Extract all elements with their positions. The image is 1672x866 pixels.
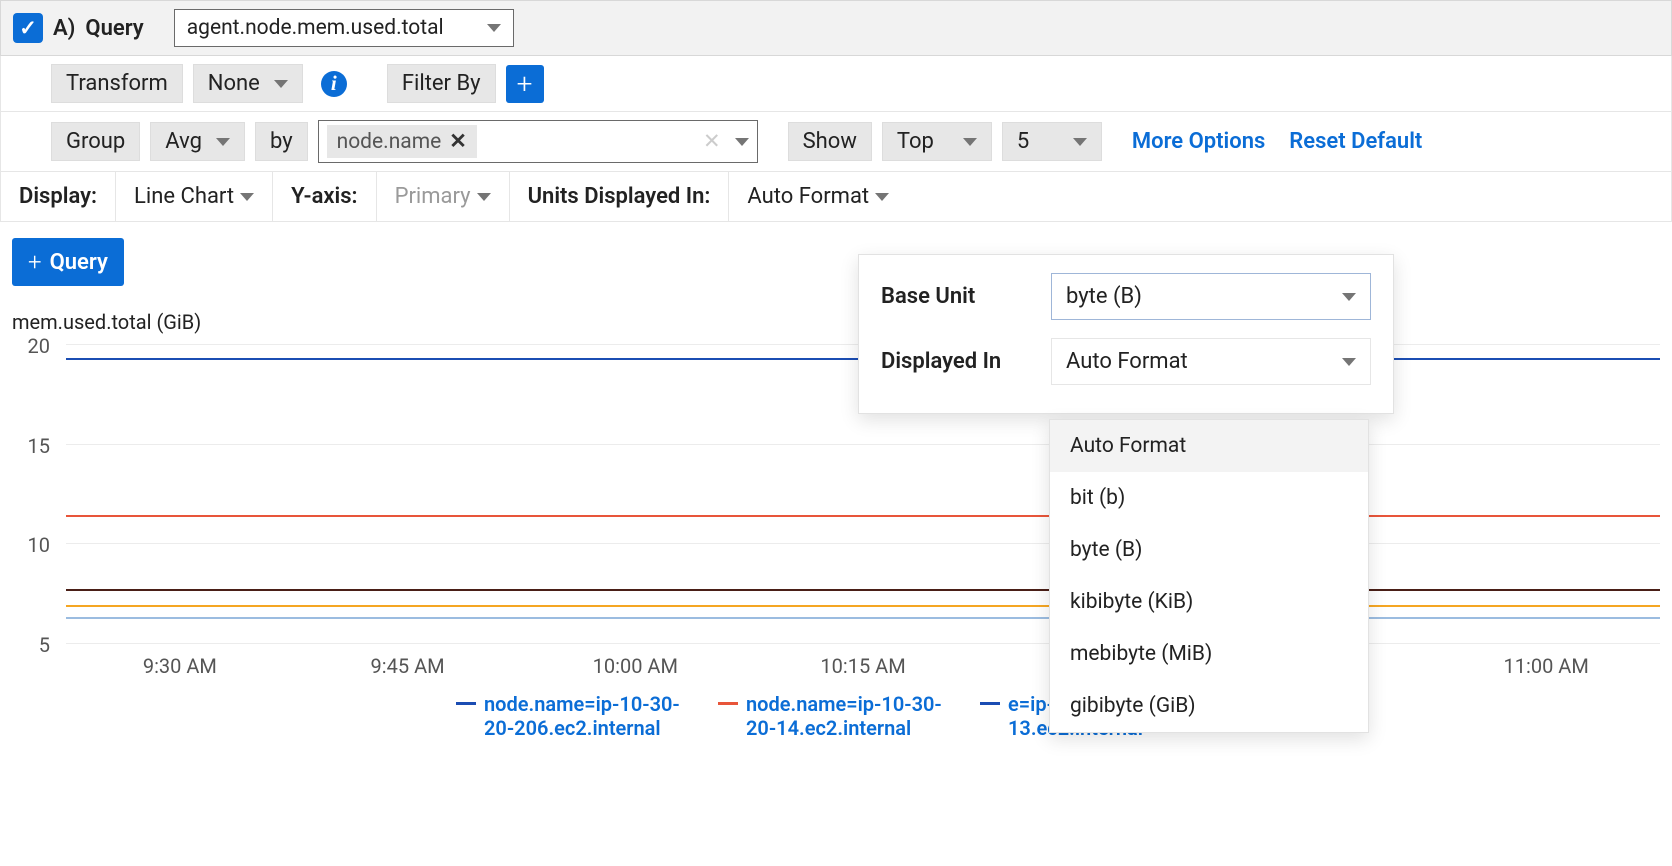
chevron-down-icon	[487, 24, 501, 32]
chart-title: mem.used.total (GiB)	[12, 310, 1660, 334]
plus-icon: +	[28, 248, 42, 276]
gridline: 5	[66, 643, 1660, 644]
xtick: 9:30 AM	[66, 654, 294, 678]
group-tag-text: node.name	[337, 130, 442, 154]
legend-swatch	[456, 702, 476, 705]
reset-defaults-link[interactable]: Reset Default	[1289, 129, 1422, 154]
group-agg-value: Avg	[165, 129, 202, 154]
chevron-down-icon	[240, 193, 254, 201]
series-line	[66, 589, 1660, 591]
chart-legend: node.name=ip-10-30-20-206.ec2.internal no…	[66, 692, 1660, 740]
unit-option[interactable]: mebibyte (MiB)	[1050, 628, 1368, 680]
show-count-dropdown[interactable]: 5	[1002, 122, 1102, 161]
legend-item[interactable]: node.name=ip-10-30-20-206.ec2.internal	[456, 692, 694, 740]
filter-label: Filter By	[387, 64, 496, 103]
query-checkbox[interactable]: ✓	[13, 13, 43, 43]
group-agg-dropdown[interactable]: Avg	[150, 122, 245, 161]
legend-text: node.name=ip-10-30-20-206.ec2.internal	[484, 692, 694, 740]
transform-dropdown[interactable]: None	[193, 64, 303, 103]
legend-swatch	[718, 702, 738, 705]
xtick: 9:45 AM	[294, 654, 522, 678]
add-query-label: Query	[50, 250, 108, 275]
xtick: 10:15 AM	[749, 654, 977, 678]
chevron-down-icon	[735, 138, 749, 146]
show-mode-dropdown[interactable]: Top	[882, 122, 992, 161]
query-header: ✓ A) Query agent.node.mem.used.total	[0, 0, 1672, 56]
unit-option[interactable]: bit (b)	[1050, 472, 1368, 524]
unit-option[interactable]: gibibyte (GiB)	[1050, 680, 1368, 732]
displayed-in-select[interactable]: Auto Format	[1051, 338, 1371, 385]
group-by-input[interactable]: node.name ✕ ✕	[318, 120, 758, 163]
transform-value: None	[208, 71, 260, 96]
units-label: Units Displayed In:	[528, 184, 711, 209]
yaxis-value: Primary	[395, 184, 471, 209]
base-unit-label: Base Unit	[881, 284, 1051, 309]
gridline: 10	[66, 543, 1660, 544]
group-tag: node.name ✕	[327, 125, 477, 158]
base-unit-value: byte (B)	[1066, 284, 1142, 309]
query-label: Query	[85, 16, 143, 41]
series-line	[66, 515, 1660, 517]
displayed-in-value: Auto Format	[1066, 349, 1188, 374]
more-options-link[interactable]: More Options	[1132, 129, 1265, 154]
gridline: 15	[66, 444, 1660, 445]
display-row: Display: Line Chart Y-axis: Primary Unit…	[0, 172, 1672, 222]
yaxis-label: Y-axis:	[291, 184, 357, 209]
transform-row: Transform None i Filter By +	[0, 56, 1672, 112]
legend-item[interactable]: node.name=ip-10-30-20-14.ec2.internal	[718, 692, 956, 740]
xtick: 10:00 AM	[521, 654, 749, 678]
chevron-down-icon	[963, 138, 977, 146]
yaxis-select[interactable]: Primary	[377, 172, 510, 221]
chevron-down-icon	[274, 80, 288, 88]
yaxis-cell: Y-axis:	[273, 172, 376, 221]
show-mode-value: Top	[897, 129, 934, 154]
show-label: Show	[788, 122, 872, 161]
metric-select[interactable]: agent.node.mem.used.total	[174, 9, 514, 47]
metric-value: agent.node.mem.used.total	[187, 16, 444, 40]
show-count-value: 5	[1017, 129, 1029, 154]
add-query-button[interactable]: + Query	[12, 238, 124, 286]
displayed-in-options: Auto Formatbit (b)byte (B)kibibyte (KiB)…	[1049, 419, 1369, 733]
chevron-down-icon	[1342, 358, 1356, 366]
legend-text: node.name=ip-10-30-20-14.ec2.internal	[746, 692, 956, 740]
group-label: Group	[51, 122, 140, 161]
display-select[interactable]: Line Chart	[116, 172, 273, 221]
remove-tag-icon[interactable]: ✕	[449, 129, 467, 154]
filter-add-button[interactable]: +	[506, 65, 544, 103]
xtick: 11:00 AM	[1432, 654, 1660, 678]
query-letter: A)	[53, 16, 75, 41]
displayed-in-label: Displayed In	[881, 349, 1051, 374]
chevron-down-icon	[1342, 293, 1356, 301]
transform-label: Transform	[51, 64, 183, 103]
group-row: Group Avg by node.name ✕ ✕ Show Top 5 Mo…	[0, 112, 1672, 172]
legend-swatch	[980, 702, 1000, 705]
unit-option[interactable]: kibibyte (KiB)	[1050, 576, 1368, 628]
info-icon[interactable]: i	[321, 71, 347, 97]
display-value: Line Chart	[134, 184, 234, 209]
series-line	[66, 605, 1660, 607]
display-label: Display:	[19, 184, 97, 209]
units-panel: Base Unit byte (B) Displayed In Auto For…	[858, 254, 1394, 414]
chevron-down-icon	[477, 193, 491, 201]
clear-input-icon[interactable]: ✕	[703, 129, 721, 154]
units-value: Auto Format	[747, 184, 869, 209]
unit-option[interactable]: byte (B)	[1050, 524, 1368, 576]
units-cell: Units Displayed In:	[510, 172, 730, 221]
chart: mem.used.total (GiB) 5101520 9:30 AM9:45…	[12, 310, 1660, 740]
chevron-down-icon	[216, 138, 230, 146]
display-cell: Display:	[1, 172, 116, 221]
unit-option[interactable]: Auto Format	[1050, 420, 1368, 472]
by-label: by	[255, 122, 308, 161]
chevron-down-icon	[875, 193, 889, 201]
chart-xticks: 9:30 AM9:45 AM10:00 AM10:15 AM10:30 AM10…	[66, 654, 1660, 678]
base-unit-select[interactable]: byte (B)	[1051, 273, 1371, 320]
units-select[interactable]: Auto Format	[729, 172, 907, 221]
chevron-down-icon	[1073, 138, 1087, 146]
series-line	[66, 617, 1660, 619]
